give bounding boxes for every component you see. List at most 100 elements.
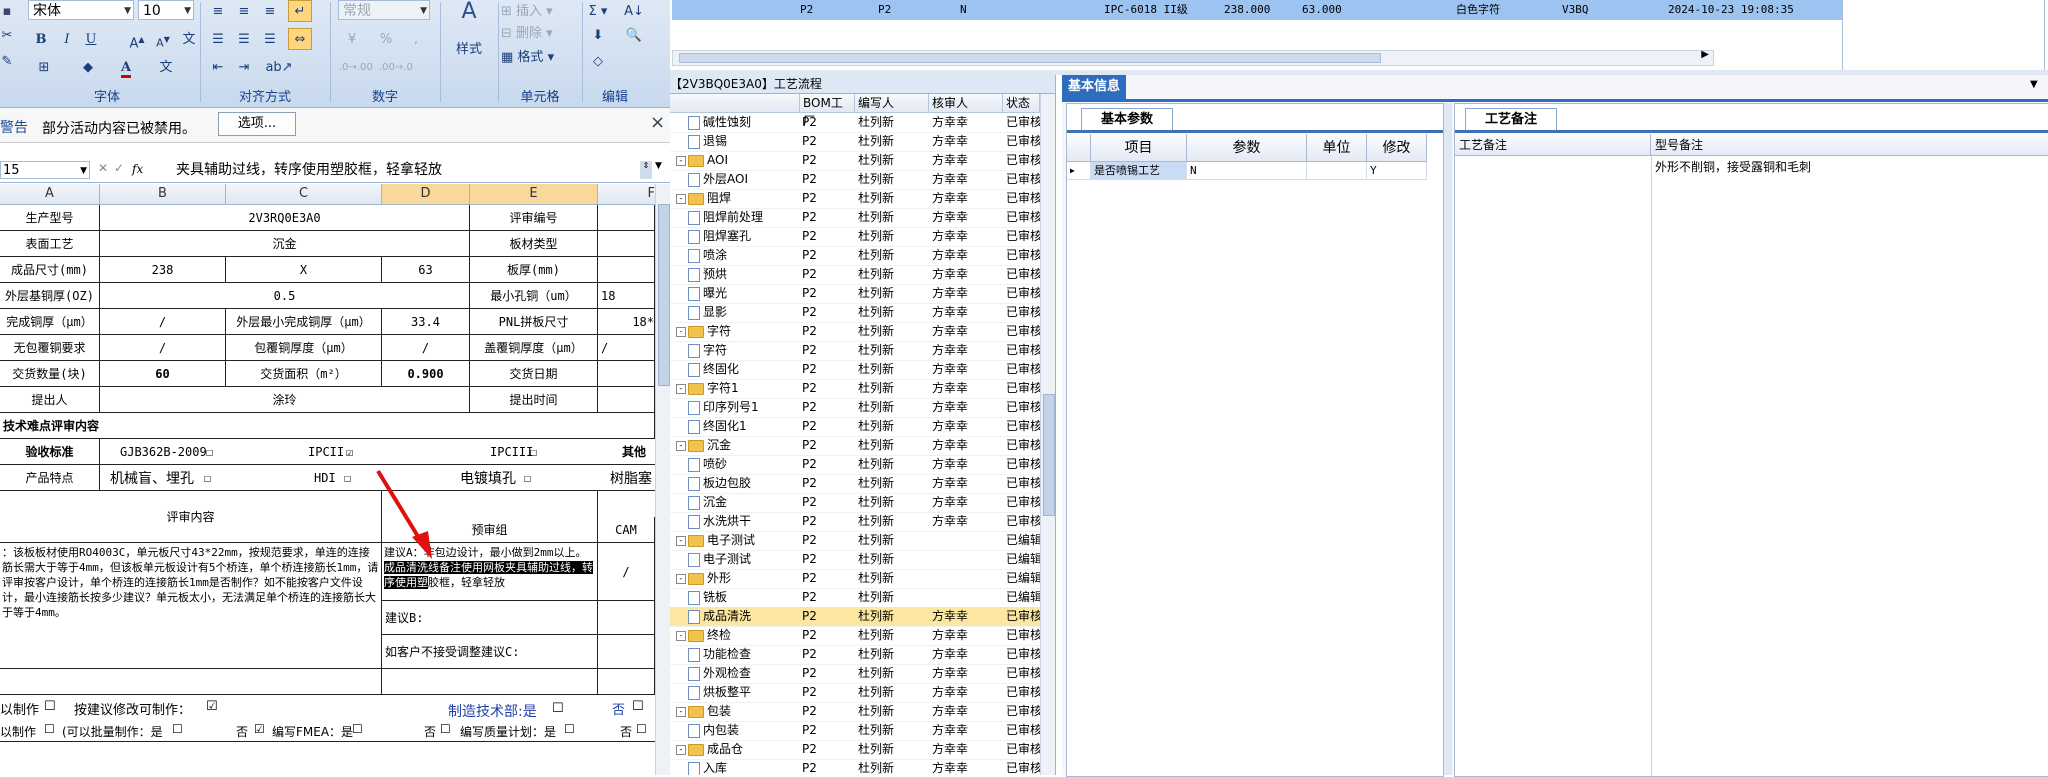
phonetic-icon[interactable]: 文 [152,56,180,78]
tree-row[interactable]: - AOI P2 杜列新 方幸幸 已审核 [670,151,1040,171]
tree-header-reviewer[interactable]: 核审人 [929,94,1003,112]
shrink-font-button[interactable]: A▼ [152,28,174,50]
cell-value[interactable]: 60 [100,361,226,387]
cell-label[interactable]: 交货数量(块) [0,361,100,387]
cell-label[interactable]: 交货日期 [470,361,598,387]
features-label[interactable]: 产品特点 [0,465,100,491]
chevron-right-icon[interactable]: ▶ [1701,49,1709,60]
collapse-icon[interactable]: - [676,744,686,755]
column-header-b[interactable]: B [100,184,226,204]
tree-header-writer[interactable]: 编写人 [855,94,929,112]
autosum-button[interactable]: Σ ▾ [584,0,612,22]
tab-basic-info[interactable]: 基本信息 [1062,75,1126,99]
font-size-combo[interactable]: 10 ▼ [138,0,194,20]
chevron-down-icon[interactable]: ▼ [124,1,131,21]
formula-input[interactable]: 夹具辅助过线，转序使用塑胶框，轻拿轻放 [176,161,638,179]
cell-label[interactable]: 板厚(mm) [470,257,598,283]
cell-value[interactable] [598,231,655,257]
review-header[interactable]: 评审内容 [0,491,382,543]
checkbox-checked[interactable]: ☑ [254,722,265,736]
decrease-indent-icon[interactable]: ⇤ [206,56,230,78]
percent-icon[interactable]: % [372,28,400,50]
acceptance-label[interactable]: 验收标准 [0,439,100,465]
decrease-decimal-icon[interactable]: .00→.0 [378,56,413,78]
chevron-down-icon[interactable]: ▼ [184,1,191,21]
tree-row[interactable]: - 字符 P2 杜列新 方幸幸 已审核 [670,322,1040,342]
horizontal-scrollbar[interactable]: ▶ [672,49,1714,66]
tree-row[interactable]: 水洗烘干 P2 杜列新 方幸幸 已审核 [670,512,1040,532]
chevron-down-icon[interactable]: ▼ [2030,79,2038,90]
tree-row[interactable]: - 终检 P2 杜列新 方幸幸 已审核 [670,626,1040,646]
tree-row[interactable]: 阻焊塞孔 P2 杜列新 方幸幸 已审核 [670,227,1040,247]
column-header-c[interactable]: C [226,184,382,204]
tree-row[interactable]: 曝光 P2 杜列新 方幸幸 已审核 [670,284,1040,304]
cell-value[interactable]: / [100,309,226,335]
cell-value[interactable] [598,205,655,231]
column-header-f[interactable]: F [598,184,660,204]
tree-row[interactable]: 外观检查 P2 杜列新 方幸幸 已审核 [670,664,1040,684]
name-box[interactable]: 15 ▼ [0,161,90,179]
cell-label[interactable]: 外层最小完成铜厚（μm） [226,309,382,335]
remark-header-process[interactable]: 工艺备注 [1455,134,1651,156]
tree-row[interactable]: 电子测试 P2 杜列新 已编辑 [670,550,1040,570]
vertical-scrollbar[interactable] [1040,94,1055,775]
scrollbar-thumb[interactable] [658,204,670,386]
remark-cell-model[interactable]: 外形不削铜，接受露铜和毛刺 [1655,158,1811,175]
cell-value[interactable]: / [100,335,226,361]
styles-button[interactable]: 样式 [446,38,492,60]
blank-cell[interactable] [598,635,655,669]
enter-icon[interactable]: ✓ [114,161,124,175]
clear-icon[interactable]: ◇ [584,50,612,72]
sort-filter-icon[interactable]: A↓ [620,0,648,22]
tree-row[interactable]: 碱性蚀刻 P2 杜列新 方幸幸 已审核 [670,113,1040,133]
tree-row[interactable]: 退锡 P2 杜列新 方幸幸 已审核 [670,132,1040,152]
align-right-icon[interactable]: ☰ [258,28,282,50]
increase-indent-icon[interactable]: ⇥ [232,56,256,78]
param-header-unit[interactable]: 单位 [1307,134,1367,162]
delete-cells-button[interactable]: ⊟ 删除 ▾ [500,22,580,44]
tree-row[interactable]: 终固化1 P2 杜列新 方幸幸 已审核 [670,417,1040,437]
format-cells-button[interactable]: ▦ 格式 ▾ [500,46,580,68]
checkbox[interactable]: ☐ [524,471,531,485]
cell-value[interactable]: 18 [598,283,655,309]
tree-header-bom[interactable]: BOM工厂 [800,94,855,128]
tree-row[interactable]: 印序列号1 P2 杜列新 方幸幸 已审核 [670,398,1040,418]
comma-icon[interactable]: , [404,28,428,50]
increase-decimal-icon[interactable]: .0→.00 [338,56,373,78]
param-header-item[interactable]: 项目 [1091,134,1187,162]
checkbox[interactable]: ☐ [352,722,363,736]
close-icon[interactable]: × [650,112,665,133]
cell-label[interactable]: PNL拼板尺寸 [470,309,598,335]
cell-value[interactable]: 238 [100,257,226,283]
tree-row[interactable]: 阻焊前处理 P2 杜列新 方幸幸 已审核 [670,208,1040,228]
tree-row[interactable]: 内包装 P2 杜列新 方幸幸 已审核 [670,721,1040,741]
vertical-scrollbar[interactable] [655,184,670,775]
cell-value[interactable]: 2V3RQ0E3A0 [100,205,470,231]
checkbox[interactable]: ☐ [206,445,213,459]
blank-cell[interactable] [0,669,382,695]
cell-label[interactable]: 无包覆铜要求 [0,335,100,361]
blank-cell[interactable] [598,669,655,695]
cell-value[interactable]: / [382,335,470,361]
cell-value[interactable]: 0.5 [100,283,470,309]
cell-value[interactable]: 63 [382,257,470,283]
cell-label[interactable]: 最小孔铜（um） [470,283,598,309]
blank-cell[interactable] [382,669,598,695]
cell-label[interactable]: 表面工艺 [0,231,100,257]
column-header-d[interactable]: D [382,184,470,204]
cell-value[interactable]: 沉金 [100,231,470,257]
tree-row[interactable]: - 电子测试 P2 杜列新 已编辑 [670,531,1040,551]
paste-icon[interactable]: ▪ [0,0,14,22]
tree-row[interactable]: - 沉金 P2 杜列新 方幸幸 已审核 [670,436,1040,456]
font-color-button[interactable]: A [112,56,140,78]
tree-row[interactable]: - 包装 P2 杜列新 方幸幸 已审核 [670,702,1040,722]
tree-row[interactable]: 烘板整平 P2 杜列新 方幸幸 已审核 [670,683,1040,703]
review-content[interactable]: ：该板板材使用RO4003C，单元板尺寸43*22mm，按规范要求，单连的连接筋… [0,543,382,669]
scrollbar-thumb[interactable] [1043,394,1055,516]
tree-row[interactable]: 功能检查 P2 杜列新 方幸幸 已审核 [670,645,1040,665]
font-name-combo[interactable]: 宋体 ▼ [28,0,134,20]
section-title[interactable]: 技术难点评审内容 [0,413,655,439]
collapse-icon[interactable]: - [676,573,686,584]
cell-label[interactable]: 提出人 [0,387,100,413]
align-middle-icon[interactable]: ≡ [232,0,256,22]
